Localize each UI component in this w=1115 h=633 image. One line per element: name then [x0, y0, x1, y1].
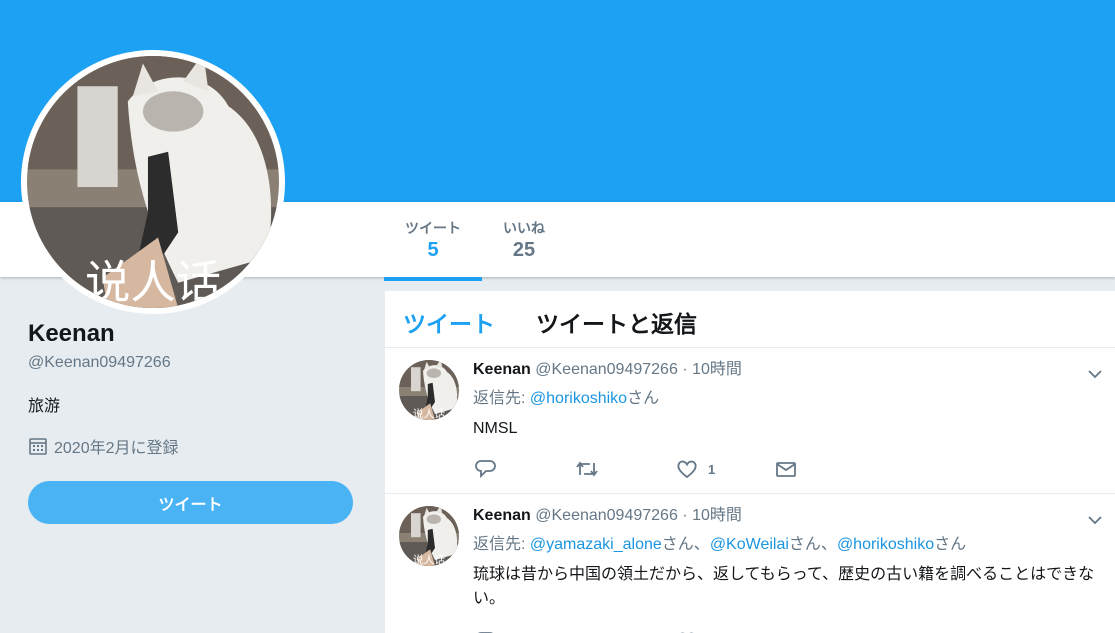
profile-handle[interactable]: @Keenan09497266: [28, 354, 358, 372]
profile-card: Keenan @Keenan09497266 旅游 2020年2月に登録: [28, 320, 358, 458]
nav-stat-likes-count: 25: [512, 239, 536, 261]
nav-stat-likes-label: いいね: [503, 220, 545, 236]
tweet-reply-to: 返信先: @yamazaki_aloneさん、@KoWeilaiさん、@hori…: [473, 535, 1103, 555]
mention-separator: 、: [693, 536, 710, 553]
calendar-icon: [29, 438, 47, 455]
retweet-button[interactable]: [575, 458, 599, 480]
tweet-body: Keenan @Keenan09497266 · 10時間 返信先: @yama…: [473, 506, 1103, 611]
chevron-down-icon[interactable]: [1087, 512, 1103, 528]
nav-stat-likes[interactable]: いいね 25: [500, 218, 548, 262]
tweet-author-handle[interactable]: @Keenan09497266: [535, 361, 678, 378]
like-button[interactable]: 1: [676, 458, 715, 480]
tweet-header: Keenan @Keenan09497266 · 10時間: [473, 506, 1103, 526]
mention-separator: 、: [820, 536, 837, 553]
timeline-tabs: ツイート ツイートと返信: [385, 291, 1115, 348]
honorific: さん: [788, 536, 821, 553]
tweet-separator: ·: [682, 361, 688, 378]
tweet-text: NMSL: [473, 420, 518, 437]
reply-button[interactable]: [475, 458, 497, 480]
tweet-avatar[interactable]: [399, 506, 459, 566]
timeline: ツイート ツイートと返信 Keenan @Keenan09497266 · 10…: [385, 291, 1115, 633]
tweet-item[interactable]: Keenan @Keenan09497266 · 10時間 返信先: @yama…: [385, 494, 1115, 633]
honorific: さん: [934, 536, 967, 553]
direct-message-button[interactable]: [775, 458, 797, 480]
avatar-image: [27, 56, 279, 308]
like-count: 1: [708, 461, 716, 477]
retweet-icon: [576, 461, 598, 477]
nav-stat-tweets-label: ツイート: [405, 220, 461, 236]
tweet-header: Keenan @Keenan09497266 · 10時間: [473, 360, 1103, 380]
tab-tweets[interactable]: ツイート: [403, 305, 495, 339]
tweet-item[interactable]: Keenan @Keenan09497266 · 10時間 返信先: @hori…: [385, 348, 1115, 494]
tweet-author-name[interactable]: Keenan: [473, 361, 531, 378]
mention-link[interactable]: @horikoshiko: [837, 536, 934, 553]
profile-joined: 2020年2月に登録: [28, 434, 358, 458]
tweet-timestamp[interactable]: 10時間: [692, 361, 742, 378]
profile-name[interactable]: Keenan: [28, 320, 358, 348]
profile-joined-text: 2020年2月に登録: [54, 440, 179, 457]
tweet-author-handle[interactable]: @Keenan09497266: [535, 507, 678, 524]
heart-icon: [677, 460, 697, 479]
mention-link[interactable]: @yamazaki_alone: [530, 536, 662, 553]
tab-tweets-and-replies[interactable]: ツイートと返信: [536, 305, 697, 339]
tweet-reply-to: 返信先: @horikoshikoさん: [473, 389, 1103, 409]
tweet-avatar-image: [399, 360, 459, 420]
honorific: さん: [661, 536, 694, 553]
tweet-separator: ·: [682, 507, 688, 524]
tweet-avatar[interactable]: [399, 360, 459, 420]
nav-stat-tweets[interactable]: ツイート 5: [384, 218, 482, 281]
nav-stat-tweets-count: 5: [427, 239, 439, 261]
chevron-down-icon[interactable]: [1087, 366, 1103, 382]
profile-bio: 旅游: [28, 398, 61, 415]
honorific: さん: [627, 390, 660, 407]
reply-prefix: 返信先:: [473, 536, 530, 553]
tweet-actions: 1: [473, 458, 973, 482]
tweet-timestamp[interactable]: 10時間: [692, 507, 742, 524]
tweet-author-name[interactable]: Keenan: [473, 507, 531, 524]
profile-avatar[interactable]: [21, 50, 285, 314]
tweet-body: Keenan @Keenan09497266 · 10時間 返信先: @hori…: [473, 360, 1103, 441]
envelope-icon: [776, 462, 796, 477]
tweet-avatar-image: [399, 506, 459, 566]
compose-tweet-button[interactable]: ツイート: [28, 481, 353, 524]
tweet-text: 琉球は昔から中国の領土だから、返してもらって、歴史の古い籍を調べることはできない…: [473, 566, 1095, 607]
reply-prefix: 返信先:: [473, 390, 530, 407]
mention-link[interactable]: @KoWeilai: [710, 536, 789, 553]
reply-icon: [475, 460, 496, 479]
mention-link[interactable]: @horikoshiko: [530, 390, 627, 407]
